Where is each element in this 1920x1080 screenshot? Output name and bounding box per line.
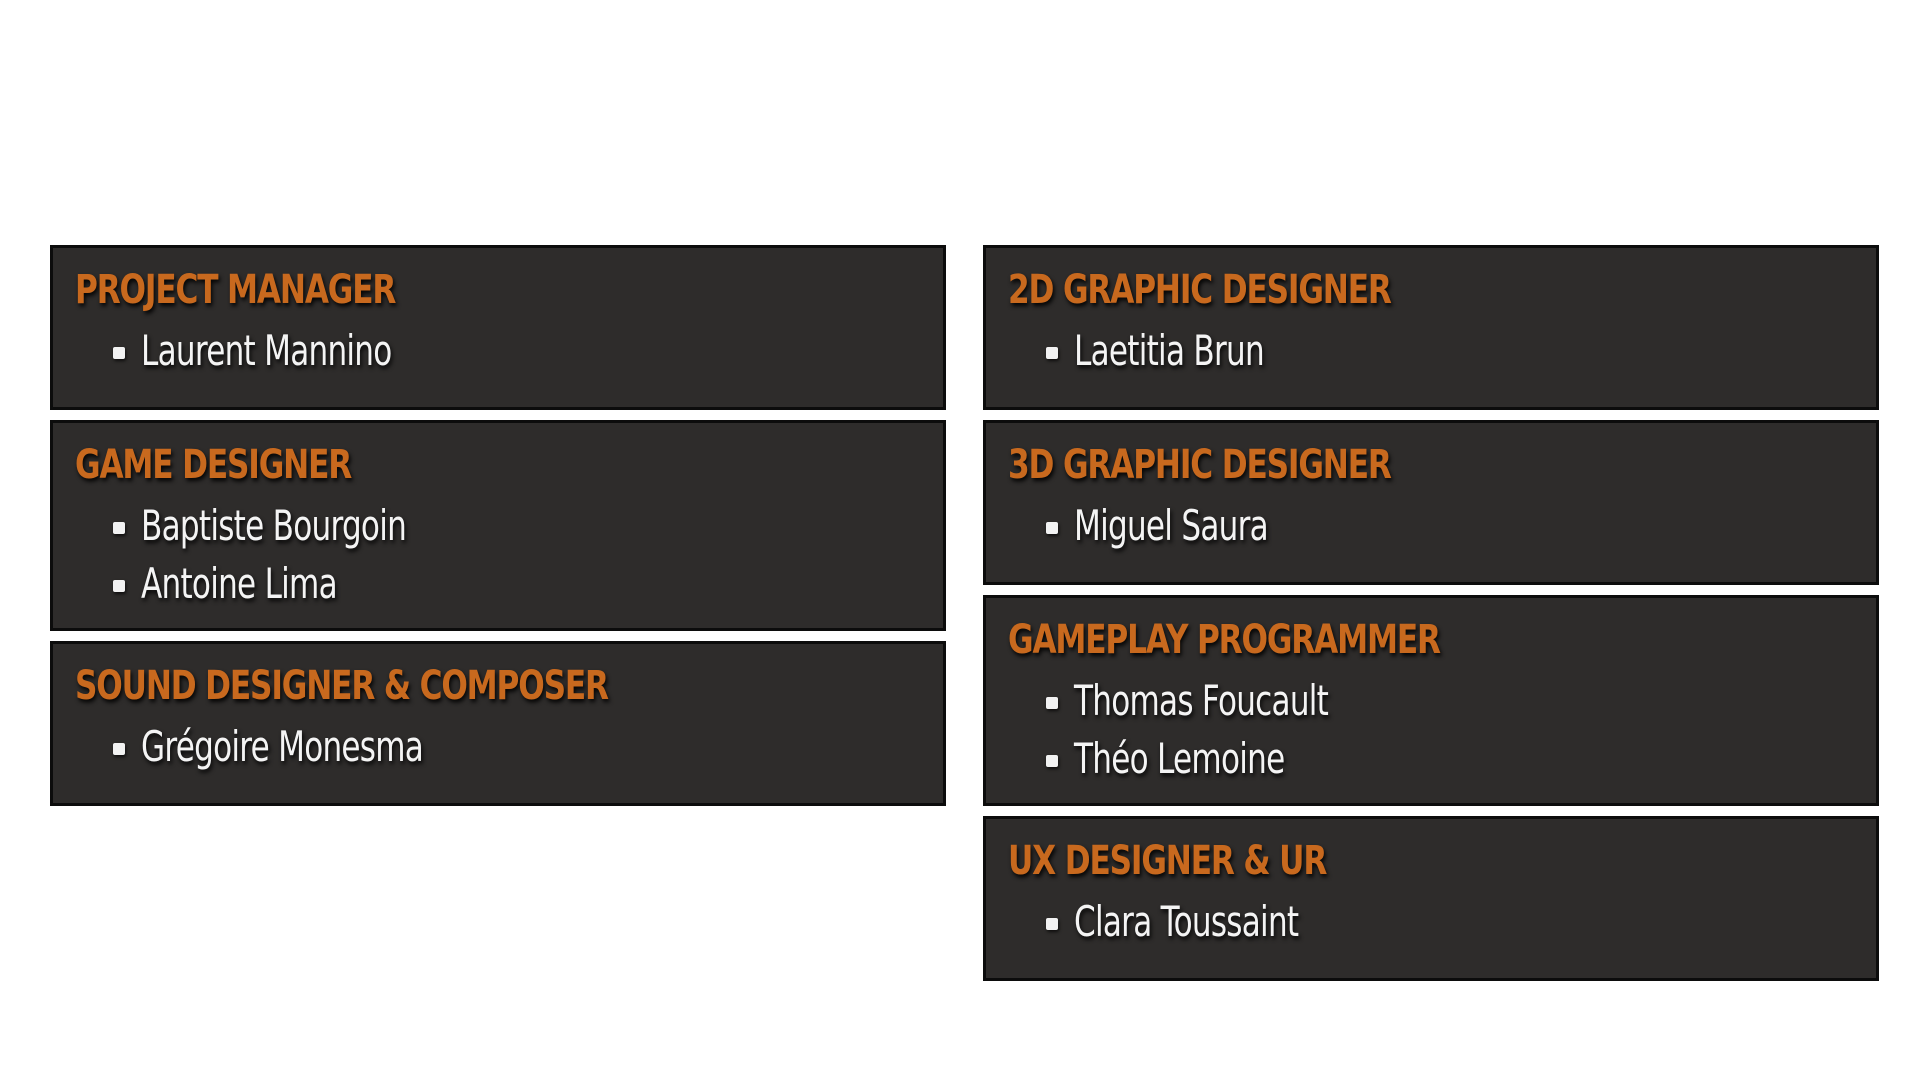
member-name: Baptiste Bourgoin	[141, 501, 407, 550]
role-title: SOUND DESIGNER & COMPOSER	[75, 663, 609, 709]
member-name: Antoine Lima	[141, 559, 338, 608]
member-item: Miguel Saura	[1046, 497, 1876, 555]
member-item: Antoine Lima	[113, 555, 943, 613]
square-bullet-icon	[113, 347, 125, 359]
member-name: Miguel Saura	[1074, 501, 1269, 550]
member-item: Baptiste Bourgoin	[113, 497, 943, 555]
member-item: Théo Lemoine	[1046, 730, 1876, 788]
square-bullet-icon	[1046, 522, 1058, 534]
square-bullet-icon	[113, 522, 125, 534]
square-bullet-icon	[1046, 347, 1058, 359]
member-list: Laurent Mannino	[75, 322, 943, 380]
square-bullet-icon	[113, 580, 125, 592]
role-card-project-manager: PROJECT MANAGER Laurent Mannino	[50, 245, 946, 410]
role-card-sound-designer: SOUND DESIGNER & COMPOSER Grégoire Mones…	[50, 641, 946, 806]
member-item: Laurent Mannino	[113, 322, 943, 380]
member-list: Laetitia Brun	[1008, 322, 1876, 380]
square-bullet-icon	[113, 743, 125, 755]
role-card-gameplay-programmer: GAMEPLAY PROGRAMMER Thomas Foucault Théo…	[983, 595, 1879, 806]
member-item: Clara Toussaint	[1046, 893, 1876, 951]
role-card-3d-graphic-designer: 3D GRAPHIC DESIGNER Miguel Saura	[983, 420, 1879, 585]
member-list: Miguel Saura	[1008, 497, 1876, 555]
member-name: Laurent Mannino	[141, 326, 392, 375]
member-item: Grégoire Monesma	[113, 718, 943, 776]
square-bullet-icon	[1046, 918, 1058, 930]
member-name: Laetitia Brun	[1074, 326, 1265, 375]
member-name: Clara Toussaint	[1074, 897, 1299, 946]
role-title: GAME DESIGNER	[75, 442, 352, 488]
left-column: PROJECT MANAGER Laurent Mannino GAME DES…	[50, 245, 946, 816]
member-item: Laetitia Brun	[1046, 322, 1876, 380]
member-item: Thomas Foucault	[1046, 672, 1876, 730]
member-name: Théo Lemoine	[1074, 734, 1285, 783]
square-bullet-icon	[1046, 755, 1058, 767]
member-name: Grégoire Monesma	[141, 722, 424, 771]
role-title: UX DESIGNER & UR	[1008, 838, 1327, 884]
member-list: Thomas Foucault Théo Lemoine	[1008, 672, 1876, 788]
role-card-game-designer: GAME DESIGNER Baptiste Bourgoin Antoine …	[50, 420, 946, 631]
square-bullet-icon	[1046, 697, 1058, 709]
role-title: PROJECT MANAGER	[75, 267, 396, 313]
member-list: Grégoire Monesma	[75, 718, 943, 776]
role-card-2d-graphic-designer: 2D GRAPHIC DESIGNER Laetitia Brun	[983, 245, 1879, 410]
role-title: 2D GRAPHIC DESIGNER	[1008, 267, 1392, 313]
role-title: 3D GRAPHIC DESIGNER	[1008, 442, 1392, 488]
member-name: Thomas Foucault	[1074, 676, 1329, 725]
role-card-ux-designer: UX DESIGNER & UR Clara Toussaint	[983, 816, 1879, 981]
member-list: Clara Toussaint	[1008, 893, 1876, 951]
role-title: GAMEPLAY PROGRAMMER	[1008, 617, 1441, 663]
right-column: 2D GRAPHIC DESIGNER Laetitia Brun 3D GRA…	[983, 245, 1879, 991]
member-list: Baptiste Bourgoin Antoine Lima	[75, 497, 943, 613]
